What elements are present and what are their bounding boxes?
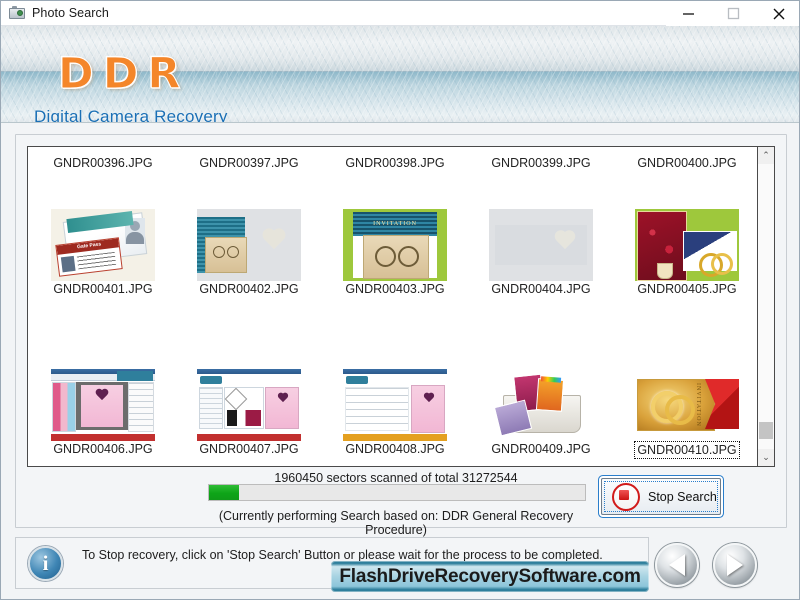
- scrollbar-thumb[interactable]: [759, 422, 773, 439]
- list-item[interactable]: GNDR00407.JPG: [176, 369, 322, 457]
- file-thumbnail: [489, 209, 593, 281]
- list-item[interactable]: GNDR00397.JPG: [176, 155, 322, 171]
- list-item[interactable]: GNDR00402.JPG: [176, 209, 322, 297]
- minimize-button[interactable]: [666, 1, 711, 26]
- scroll-up-icon[interactable]: ⌃: [758, 147, 774, 164]
- previous-button[interactable]: [655, 543, 699, 587]
- app-banner: DDR Digital Camera Recovery: [1, 26, 799, 123]
- list-item[interactable]: GNDR00406.JPG: [30, 369, 176, 457]
- file-thumbnail: [343, 369, 447, 441]
- file-thumbnail: Gate Pass: [51, 209, 155, 281]
- file-label: GNDR00400.JPG: [637, 156, 737, 170]
- file-thumbnail: [489, 369, 593, 441]
- file-label: GNDR00405.JPG: [637, 282, 737, 296]
- scan-status-text: 1960450 sectors scanned of total 3127254…: [274, 471, 518, 485]
- brand-text: FlashDriveRecoverySoftware.com: [339, 565, 641, 587]
- list-item[interactable]: INVITATION GNDR00403.JPG: [322, 209, 468, 297]
- stop-square-icon: [612, 482, 640, 511]
- file-thumbnail: [635, 209, 739, 281]
- scan-progress-bar: [208, 484, 586, 501]
- list-item[interactable]: GNDR00409.JPG: [468, 369, 614, 457]
- file-label-selected: GNDR00410.JPG: [634, 441, 740, 459]
- file-thumbnail: INVITATION: [343, 209, 447, 281]
- file-label: GNDR00408.JPG: [345, 442, 445, 456]
- list-item[interactable]: GNDR00398.JPG: [322, 155, 468, 171]
- scroll-down-icon[interactable]: ⌄: [758, 449, 774, 466]
- file-label: GNDR00404.JPG: [491, 282, 591, 296]
- stop-search-button[interactable]: Stop Search: [601, 478, 721, 515]
- camera-icon: [9, 6, 25, 20]
- file-label: GNDR00403.JPG: [345, 282, 445, 296]
- file-thumbnail: [51, 369, 155, 441]
- list-scrollbar[interactable]: ⌃ ⌄: [757, 147, 774, 466]
- brand-badge: FlashDriveRecoverySoftware.com: [331, 561, 649, 592]
- file-label: GNDR00396.JPG: [53, 156, 153, 170]
- file-label: GNDR00406.JPG: [53, 442, 153, 456]
- progress-fill: [209, 485, 239, 500]
- ddr-logo: DDR: [58, 49, 190, 99]
- arrow-left-icon: [669, 554, 685, 576]
- list-item[interactable]: GNDR00405.JPG: [614, 209, 760, 297]
- recovered-files-list[interactable]: GNDR00396.JPG GNDR00397.JPG GNDR00398.JP…: [27, 146, 775, 467]
- file-label: GNDR00401.JPG: [53, 282, 153, 296]
- maximize-button[interactable]: [711, 1, 756, 26]
- window-controls: [666, 1, 799, 26]
- file-thumbnail: INVITATION: [635, 369, 739, 441]
- close-button[interactable]: [756, 1, 799, 26]
- list-item[interactable]: GNDR00400.JPG: [614, 155, 760, 171]
- file-label: GNDR00407.JPG: [199, 442, 299, 456]
- stop-search-label: Stop Search: [648, 489, 717, 504]
- file-label: GNDR00399.JPG: [491, 156, 591, 170]
- file-thumbnail: [197, 369, 301, 441]
- list-item[interactable]: Gate Pass GNDR00401.JPG: [30, 209, 176, 297]
- list-item[interactable]: INVITATION GNDR00410.JPG: [614, 369, 760, 459]
- application-window: Photo Search DDR Digital Camera Recovery: [0, 0, 800, 600]
- banner-subtitle: Digital Camera Recovery: [34, 107, 228, 123]
- file-label: GNDR00409.JPG: [491, 442, 591, 456]
- list-item[interactable]: GNDR00396.JPG: [30, 155, 176, 171]
- list-item[interactable]: GNDR00404.JPG: [468, 209, 614, 297]
- info-icon: i: [28, 546, 63, 581]
- title-bar: Photo Search: [1, 1, 799, 26]
- scrollbar-track[interactable]: [758, 164, 774, 449]
- file-label: GNDR00402.JPG: [199, 282, 299, 296]
- file-label: GNDR00397.JPG: [199, 156, 299, 170]
- file-label: GNDR00398.JPG: [345, 156, 445, 170]
- file-grid: GNDR00396.JPG GNDR00397.JPG GNDR00398.JP…: [28, 147, 760, 466]
- window-title: Photo Search: [32, 6, 109, 20]
- arrow-right-icon: [727, 554, 743, 576]
- list-item[interactable]: GNDR00399.JPG: [468, 155, 614, 171]
- scan-procedure-text: (Currently performing Search based on: D…: [218, 509, 574, 537]
- file-thumbnail: [197, 209, 301, 281]
- info-message: To Stop recovery, click on 'Stop Search'…: [82, 548, 603, 562]
- next-button[interactable]: [713, 543, 757, 587]
- list-item[interactable]: GNDR00408.JPG: [322, 369, 468, 457]
